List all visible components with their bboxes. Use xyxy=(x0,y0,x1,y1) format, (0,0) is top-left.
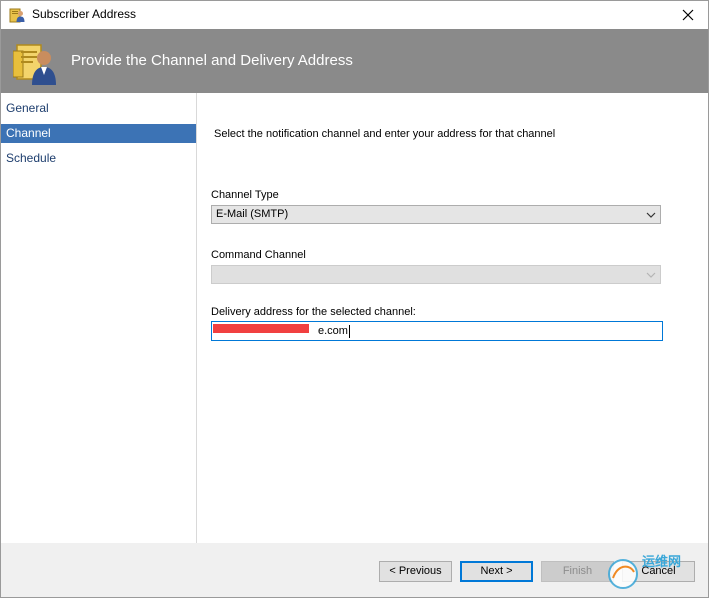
navigation-pane: General Channel Schedule xyxy=(1,93,197,543)
subscriber-address-icon xyxy=(13,44,56,85)
channel-type-label: Channel Type xyxy=(211,189,279,201)
nav-item-schedule[interactable]: Schedule xyxy=(1,149,196,168)
chevron-down-icon xyxy=(646,272,656,278)
command-channel-label: Command Channel xyxy=(211,249,306,261)
close-icon xyxy=(682,9,694,21)
main-content: Select the notification channel and ente… xyxy=(197,93,708,543)
subscriber-app-icon xyxy=(9,8,25,23)
watermark-text: 运维网 xyxy=(642,554,681,570)
dialog-window: Subscriber Address Provide the Channel a… xyxy=(0,0,709,598)
nav-item-general[interactable]: General xyxy=(1,99,196,118)
nav-item-channel[interactable]: Channel xyxy=(1,124,196,143)
delivery-address-label: Delivery address for the selected channe… xyxy=(211,306,416,318)
command-channel-select[interactable] xyxy=(211,265,661,284)
button-bar: < Previous Next > Finish Cancel xyxy=(1,543,708,597)
title-bar: Subscriber Address xyxy=(1,1,708,29)
channel-type-select[interactable]: E-Mail (SMTP) xyxy=(211,205,661,224)
window-title: Subscriber Address xyxy=(32,7,137,21)
next-button[interactable]: Next > xyxy=(460,561,533,582)
watermark-logo: 运维网 xyxy=(608,554,681,589)
delivery-address-input[interactable]: e.com xyxy=(211,321,663,341)
text-caret xyxy=(348,324,350,338)
chevron-down-icon xyxy=(646,212,656,218)
previous-button[interactable]: < Previous xyxy=(379,561,452,582)
header-banner: Provide the Channel and Delivery Address xyxy=(1,29,708,93)
channel-type-value: E-Mail (SMTP) xyxy=(216,208,289,220)
close-button[interactable] xyxy=(668,1,708,29)
instruction-text: Select the notification channel and ente… xyxy=(214,128,556,140)
page-title: Provide the Channel and Delivery Address xyxy=(71,52,353,69)
finish-button[interactable]: Finish xyxy=(541,561,614,582)
redaction-mark xyxy=(213,324,309,333)
